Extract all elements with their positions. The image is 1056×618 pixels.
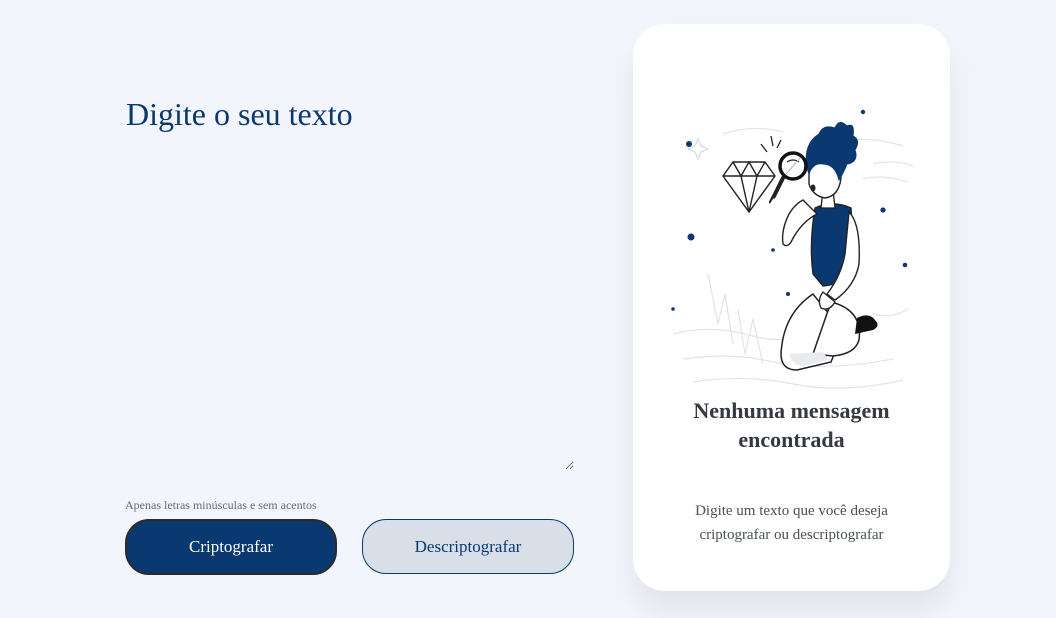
empty-state-message: Digite um texto que você deseja criptogr… — [695, 503, 888, 543]
hint-text: Apenas letras minúsculas e sem acentos — [125, 498, 317, 512]
encrypt-button[interactable]: Criptografar — [125, 519, 337, 575]
person-searching-illustration — [671, 109, 914, 389]
text-input[interactable] — [124, 96, 574, 470]
output-card: Nenhuma mensagem encontrada Digite um te… — [633, 24, 950, 591]
empty-state-title: Nenhuma mensagem encontrada — [693, 398, 890, 452]
app-page: Apenas letras minúsculas e sem acentos C… — [0, 0, 1056, 618]
decrypt-button[interactable]: Descriptografar — [362, 519, 574, 574]
